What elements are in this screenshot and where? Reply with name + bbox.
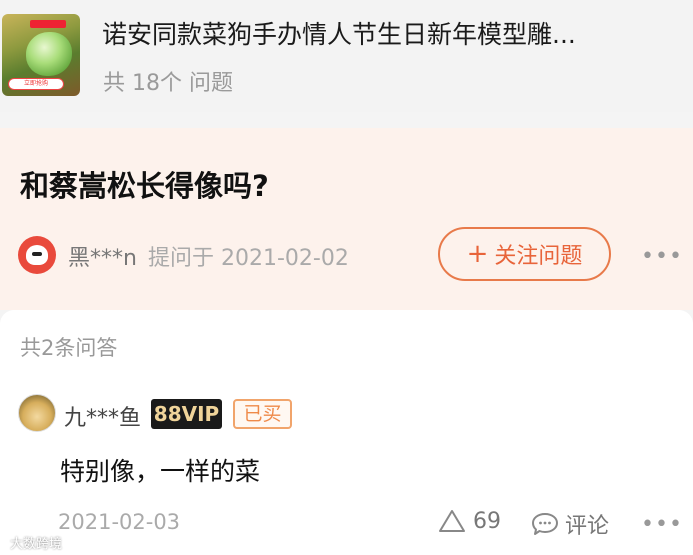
asker-avatar[interactable]: [18, 236, 56, 274]
cabbage-figure: [26, 32, 72, 76]
follow-label: 关注问题: [494, 244, 583, 269]
asked-date: 提问于 2021-02-02: [148, 246, 349, 271]
plus-icon: +: [466, 239, 489, 269]
question-more-icon[interactable]: •••: [641, 244, 683, 269]
answerer-avatar[interactable]: [18, 394, 56, 432]
question-card: 和蔡嵩松长得像吗? 黑***n 提问于 2021-02-02 + 关注问题 ••…: [0, 128, 693, 310]
asker-name: 黑***n: [68, 246, 137, 271]
product-title[interactable]: 诺安同款菜狗手办情人节生日新年模型雕...: [102, 15, 682, 51]
answerer-name: 九***鱼: [64, 406, 142, 431]
answer-date: 2021-02-03: [58, 510, 181, 534]
follow-question-button[interactable]: + 关注问题: [438, 227, 611, 281]
answers-section: 共2条问答 九***鱼 88VIP 已买 特别像，一样的菜 2021-02-03…: [0, 310, 693, 555]
answer-text: 特别像，一样的菜: [60, 457, 261, 486]
speech-bubble-icon: [532, 513, 558, 535]
bought-badge: 已买: [233, 399, 292, 429]
question-count: 共 18个 问题: [103, 71, 233, 96]
product-thumbnail[interactable]: 立即抢购: [2, 14, 80, 96]
answers-count: 共2条问答: [20, 336, 118, 360]
vip-badge: 88VIP: [151, 399, 222, 429]
like-button[interactable]: 69: [437, 508, 501, 534]
watermark: 大数跨境: [10, 537, 63, 552]
thumbs-up-triangle-icon: [439, 510, 465, 532]
question-title: 和蔡嵩松长得像吗?: [20, 169, 269, 203]
thumb-tag: [30, 20, 66, 28]
answer-more-icon[interactable]: •••: [641, 512, 683, 537]
comment-button[interactable]: 评论: [531, 508, 609, 540]
like-count: 69: [473, 508, 501, 534]
comment-label: 评论: [565, 514, 610, 539]
thumb-pill: 立即抢购: [8, 78, 64, 90]
product-header[interactable]: 立即抢购 诺安同款菜狗手办情人节生日新年模型雕... 共 18个 问题: [0, 0, 693, 112]
